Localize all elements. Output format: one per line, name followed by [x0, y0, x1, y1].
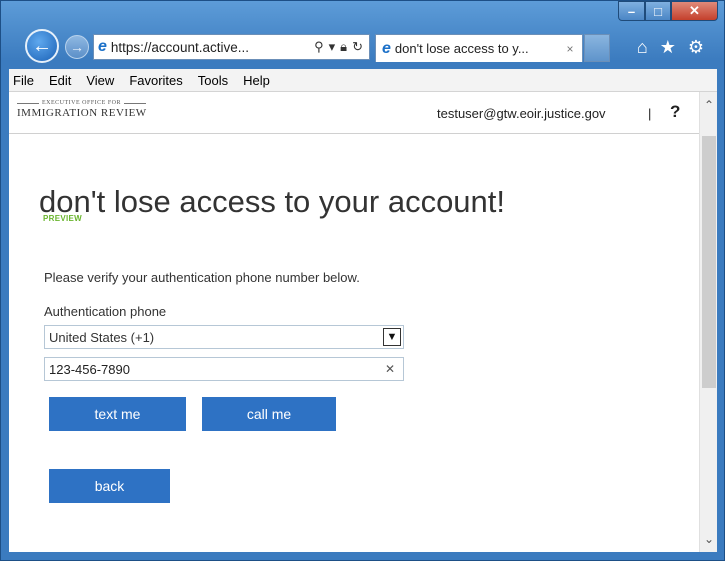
- tab-active[interactable]: e don't lose access to y... ×: [375, 34, 583, 62]
- header-separator: |: [648, 106, 652, 121]
- page-title: don't lose access to your account!: [39, 184, 506, 219]
- menu-edit[interactable]: Edit: [49, 73, 71, 88]
- forward-arrow-icon[interactable]: →: [65, 35, 89, 59]
- address-actions: ⚲ ▾ 🔒︎ ↻: [314, 39, 369, 55]
- window-controls: – □ ✕: [618, 1, 718, 23]
- search-icon[interactable]: ⚲: [314, 39, 324, 55]
- menu-bar: File Edit View Favorites Tools Help: [9, 69, 717, 92]
- logo-subtitle: EXECUTIVE OFFICE FOR: [17, 100, 147, 106]
- back-button[interactable]: back: [49, 469, 170, 503]
- menu-favorites[interactable]: Favorites: [129, 73, 182, 88]
- country-select-value: United States (+1): [49, 329, 155, 345]
- vertical-scrollbar[interactable]: ⌃ ⌄: [699, 92, 717, 552]
- eoir-logo: EXECUTIVE OFFICE FOR IMMIGRATION REVIEW: [17, 100, 147, 119]
- lock-icon[interactable]: 🔒︎: [340, 39, 347, 55]
- address-url[interactable]: https://account.active...: [111, 40, 314, 55]
- dropdown-icon[interactable]: ▾: [329, 39, 336, 55]
- browser-tools: ⌂ ★ ⚙: [637, 37, 704, 58]
- scroll-up-icon[interactable]: ⌃: [700, 98, 717, 114]
- phone-input[interactable]: 123-456-7890 ✕: [44, 357, 404, 381]
- address-bar[interactable]: e https://account.active... ⚲ ▾ 🔒︎ ↻: [93, 34, 370, 60]
- home-icon[interactable]: ⌂: [637, 37, 648, 58]
- text-me-button[interactable]: text me: [49, 397, 186, 431]
- back-arrow-icon[interactable]: ←: [25, 29, 59, 63]
- ie-logo-icon: e: [382, 39, 391, 57]
- new-tab-button[interactable]: [584, 34, 610, 62]
- refresh-icon[interactable]: ↻: [352, 39, 363, 55]
- ie-logo-icon: e: [98, 38, 107, 55]
- menu-view[interactable]: View: [86, 73, 114, 88]
- preview-badge: PREVIEW: [43, 214, 82, 223]
- chevron-down-icon[interactable]: ▼: [383, 328, 401, 346]
- favorites-star-icon[interactable]: ★: [660, 37, 676, 58]
- tab-title: don't lose access to y...: [394, 41, 529, 56]
- page-content: EXECUTIVE OFFICE FOR IMMIGRATION REVIEW …: [9, 92, 717, 552]
- close-window-button[interactable]: ✕: [671, 1, 718, 21]
- page-header: EXECUTIVE OFFICE FOR IMMIGRATION REVIEW …: [9, 92, 699, 134]
- menu-tools[interactable]: Tools: [198, 73, 228, 88]
- browser-window: – □ ✕ ← → e https://account.active... ⚲ …: [0, 0, 725, 561]
- help-icon[interactable]: ?: [670, 102, 680, 122]
- country-select[interactable]: United States (+1) ▼: [44, 325, 404, 349]
- instruction-text: Please verify your authentication phone …: [44, 270, 360, 285]
- menu-help[interactable]: Help: [243, 73, 270, 88]
- logo-title: IMMIGRATION REVIEW: [17, 107, 147, 119]
- phone-label: Authentication phone: [44, 304, 167, 319]
- minimize-button[interactable]: –: [618, 1, 645, 21]
- signed-in-user: testuser@gtw.eoir.justice.gov: [437, 106, 606, 121]
- clear-icon[interactable]: ✕: [381, 362, 399, 376]
- scroll-down-icon[interactable]: ⌄: [700, 532, 717, 548]
- menu-file[interactable]: File: [13, 73, 34, 88]
- phone-input-value: 123-456-7890: [49, 361, 130, 377]
- maximize-button[interactable]: □: [645, 1, 671, 21]
- scrollbar-thumb[interactable]: [702, 136, 716, 388]
- tab-close-icon[interactable]: ×: [558, 42, 582, 56]
- call-me-button[interactable]: call me: [202, 397, 336, 431]
- gear-icon[interactable]: ⚙: [688, 37, 704, 58]
